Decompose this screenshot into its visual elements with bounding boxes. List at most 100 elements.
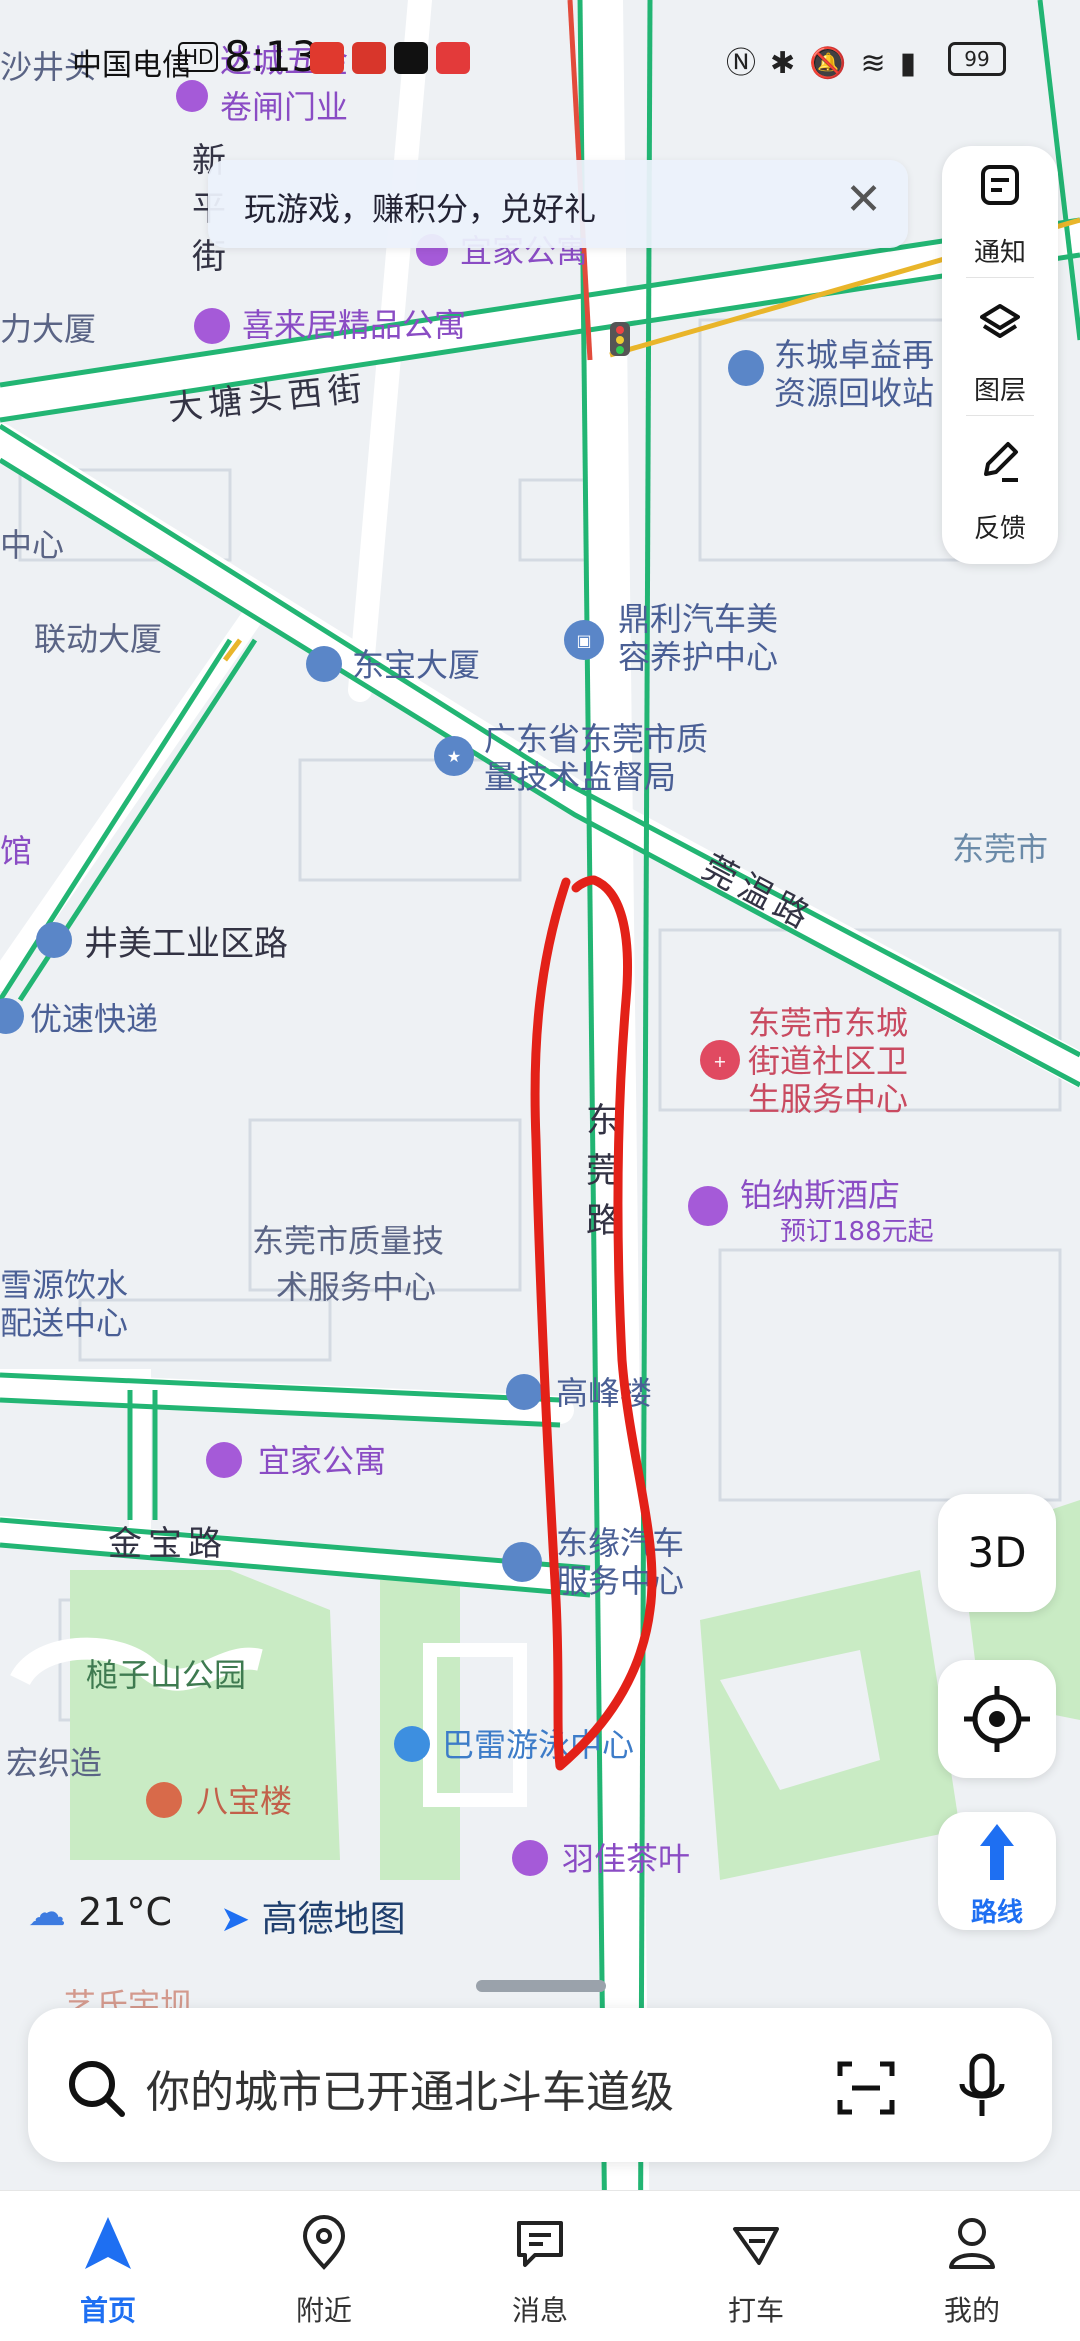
poi-pin-icon[interactable]	[206, 1442, 242, 1478]
cloud-icon: ☁	[28, 1890, 66, 1934]
poi-pin-icon[interactable]	[512, 1840, 548, 1876]
tool-feedback[interactable]: 反馈	[942, 422, 1058, 552]
poi-label: 配送中心	[0, 1304, 128, 1342]
poi-label: 槌子山公园	[86, 1656, 246, 1694]
tool-notification[interactable]: 通知	[942, 146, 1058, 278]
poi-label: 八宝楼	[196, 1782, 292, 1820]
nav-home[interactable]: 首页	[0, 2191, 216, 2341]
poi-pin-icon[interactable]	[306, 646, 342, 682]
nav-messages[interactable]: 消息	[432, 2191, 648, 2341]
promo-banner[interactable]: 玩游戏，赚积分，兑好礼 ✕	[208, 160, 908, 248]
poi-label: 宜家公寓	[258, 1442, 386, 1480]
3d-toggle-button[interactable]: 3D	[938, 1494, 1056, 1612]
app-icon	[436, 42, 470, 74]
battery-icon: 99	[948, 42, 1006, 76]
network-badge: HD	[178, 42, 219, 72]
layers-icon	[980, 304, 1020, 338]
poi-label: 广东省东莞市质	[484, 720, 708, 758]
poi-label: 术服务中心	[276, 1268, 436, 1306]
poi-label: 东缘汽车	[556, 1524, 684, 1562]
nav-label: 首页	[79, 2294, 136, 2327]
poi-pin-icon[interactable]	[688, 1186, 728, 1226]
nav-label: 消息	[511, 2294, 568, 2327]
profile-icon	[949, 2218, 995, 2269]
nav-label: 附近	[295, 2294, 352, 2327]
home-arrow-icon	[85, 2217, 131, 2269]
poi-pin-icon[interactable]	[502, 1542, 542, 1582]
poi-label: 东莞市东城	[748, 1004, 908, 1042]
poi-pin-icon[interactable]	[194, 308, 230, 344]
nav-nearby[interactable]: 附近	[216, 2191, 432, 2341]
temperature: 21°C	[78, 1890, 172, 1934]
search-placeholder: 你的城市已开通北斗车道级	[146, 2067, 674, 2118]
route-label: 路线	[970, 1898, 1023, 1928]
app-icon	[310, 42, 344, 74]
nav-label: 我的	[943, 2294, 1000, 2327]
search-bar[interactable]: 你的城市已开通北斗车道级	[28, 2008, 1052, 2162]
poi-label: 联动大厦	[34, 620, 162, 658]
poi-label: 宏织造	[6, 1744, 102, 1782]
pin-mark: +	[713, 1052, 726, 1071]
scan-icon[interactable]	[834, 2056, 898, 2120]
drag-handle[interactable]	[476, 1980, 606, 1992]
microphone-icon[interactable]	[950, 2052, 1014, 2124]
route-button[interactable]: 路线	[938, 1812, 1056, 1930]
poi-label: 中心	[0, 526, 64, 564]
poi-label: 服务中心	[556, 1562, 684, 1600]
carrier-name: 中国电信	[72, 48, 192, 83]
poi-label: 馆	[0, 832, 32, 870]
route-arrow-icon	[980, 1824, 1014, 1880]
poi-label: 优速快递	[30, 1000, 158, 1038]
poi-pin-icon[interactable]	[728, 350, 764, 386]
message-icon	[517, 2221, 563, 2267]
poi-label: 巴雷游泳中心	[442, 1726, 634, 1764]
locate-button[interactable]	[938, 1660, 1056, 1778]
tool-layers[interactable]: 图层	[942, 284, 1058, 416]
pin-mark: ★	[447, 747, 461, 766]
close-icon[interactable]: ✕	[845, 174, 882, 225]
poi-label: 东莞市质量技	[252, 1222, 444, 1260]
poi-label: 力大厦	[0, 310, 96, 348]
poi-label: 街道社区卫	[748, 1042, 908, 1080]
poi-label: 东宝大厦	[352, 646, 480, 684]
brand-name: 高德地图	[261, 1899, 406, 1940]
poi-label: 容养护中心	[618, 638, 778, 676]
search-icon	[69, 2061, 125, 2117]
poi-pin-icon[interactable]	[394, 1726, 430, 1762]
poi-label: 铂纳斯酒店	[740, 1176, 900, 1214]
poi-label: 喜来居精品公寓	[242, 306, 466, 344]
app-logo: ➤ 高德地图	[220, 1890, 406, 1942]
poi-label: 雪源饮水	[0, 1266, 128, 1304]
feedback-icon	[984, 442, 1018, 482]
poi-label: 东城卓益再	[774, 336, 934, 374]
clock: 8:13	[224, 32, 319, 81]
map-tools-panel: 通知 图层 反馈	[942, 146, 1058, 564]
weather-widget[interactable]: ☁ 21°C	[28, 1890, 172, 1934]
nav-taxi[interactable]: 打车	[648, 2191, 864, 2341]
tiktok-icon	[394, 42, 428, 74]
taxi-icon	[733, 2227, 779, 2265]
poi-pin-icon[interactable]	[36, 922, 72, 958]
nav-profile[interactable]: 我的	[864, 2191, 1080, 2341]
tool-label: 通知	[973, 238, 1026, 268]
tool-label: 反馈	[973, 514, 1026, 544]
poi-label: 生服务中心	[748, 1080, 908, 1118]
promo-banner-text: 玩游戏，赚积分，兑好礼	[244, 190, 597, 228]
tool-label: 图层	[973, 376, 1026, 406]
poi-pin-icon[interactable]	[146, 1782, 182, 1818]
3d-label: 3D	[967, 1528, 1027, 1577]
poi-pin-icon[interactable]	[506, 1374, 542, 1410]
nav-label: 打车	[727, 2294, 784, 2327]
bottom-navigation: 首页 附近 消息 打车 我的	[0, 2190, 1080, 2341]
amap-logo-icon: ➤	[220, 1899, 251, 1940]
system-status-icons: Ⓝ✱🔕≋▮	[726, 46, 931, 81]
road-name-jingmei: 井美工业区路	[84, 924, 288, 964]
poi-label: 羽佳茶叶	[562, 1840, 690, 1878]
poi-label: 高峰楼	[556, 1374, 652, 1412]
road-name-jinbao: 金宝路	[108, 1524, 228, 1564]
location-pin-icon	[302, 2215, 346, 2270]
poi-label: 预订188元起	[780, 1217, 934, 1247]
notification-app-icons	[310, 42, 470, 74]
poi-label: 鼎利汽车美	[618, 600, 778, 638]
app-icon	[352, 42, 386, 74]
